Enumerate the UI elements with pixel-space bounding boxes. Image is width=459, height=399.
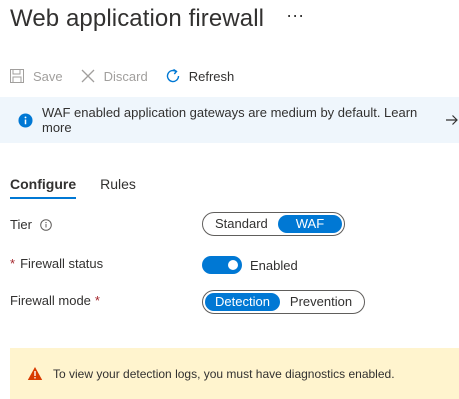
command-bar: Save Discard Refresh	[9, 66, 251, 86]
refresh-icon	[165, 68, 181, 84]
tier-option-waf[interactable]: WAF	[277, 215, 343, 233]
refresh-label: Refresh	[188, 68, 235, 84]
tab-configure[interactable]: Configure	[10, 176, 77, 199]
info-banner: WAF enabled application gateways are med…	[0, 97, 459, 143]
firewall-mode-selector: Detection Prevention	[202, 290, 366, 314]
required-marker: *	[94, 293, 100, 308]
tab-rules[interactable]: Rules	[100, 176, 136, 199]
page-title: Web application firewall	[10, 5, 265, 32]
refresh-button[interactable]: Refresh	[165, 68, 235, 84]
more-options-button[interactable]: ···	[286, 6, 304, 24]
save-label: Save	[33, 68, 63, 84]
discard-label: Discard	[103, 68, 148, 84]
tier-label: Tier	[10, 217, 32, 232]
tab-list: Configure Rules	[10, 176, 160, 199]
tier-selector: Standard WAF	[202, 212, 346, 236]
info-banner-text[interactable]: WAF enabled application gateways are med…	[42, 105, 437, 135]
toggle-knob	[228, 260, 238, 270]
firewall-status-label-row: * Firewall status	[10, 256, 103, 271]
close-icon	[80, 68, 96, 84]
warning-banner-text: To view your detection logs, you must ha…	[53, 366, 395, 381]
arrow-right-icon[interactable]	[445, 114, 459, 126]
firewall-mode-label: Firewall mode	[10, 293, 91, 308]
warning-banner: To view your detection logs, you must ha…	[10, 348, 459, 399]
save-icon	[9, 68, 25, 84]
info-circle-icon[interactable]	[40, 218, 52, 231]
save-button[interactable]: Save	[9, 68, 63, 84]
firewall-status-toggle[interactable]	[202, 256, 242, 274]
header: Web application firewall ···	[10, 4, 304, 34]
required-marker: *	[10, 256, 16, 271]
info-icon	[18, 112, 33, 128]
firewall-status-label: Firewall status	[20, 256, 104, 271]
mode-option-detection[interactable]: Detection	[205, 293, 280, 311]
mode-option-prevention[interactable]: Prevention	[280, 293, 362, 311]
firewall-mode-label-row: Firewall mode *	[10, 293, 100, 308]
tier-option-standard[interactable]: Standard	[205, 215, 278, 233]
discard-button[interactable]: Discard	[80, 68, 148, 84]
firewall-status-value: Enabled	[250, 257, 298, 273]
tier-label-row: Tier	[10, 217, 52, 232]
warning-icon	[27, 366, 43, 381]
firewall-status-toggle-row: Enabled	[202, 256, 298, 274]
